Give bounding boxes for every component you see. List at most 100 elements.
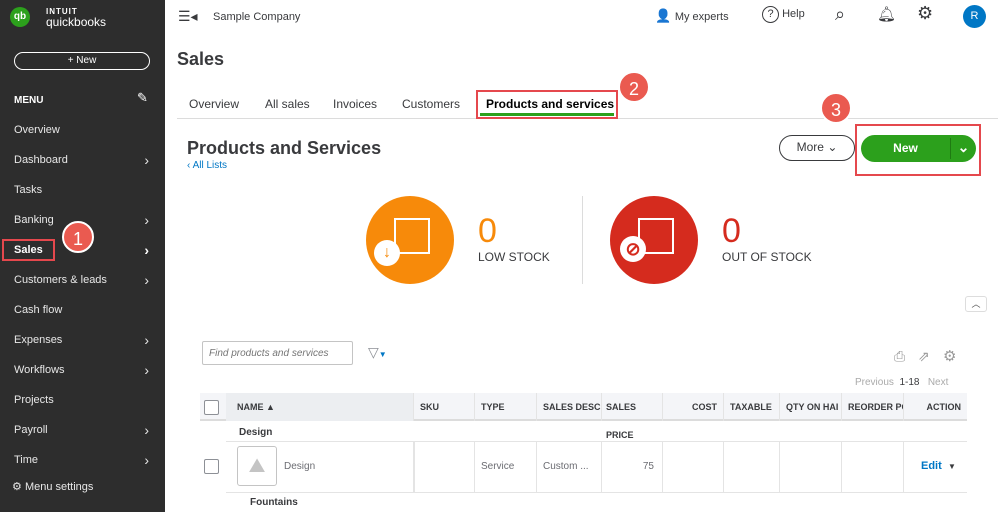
edit-link[interactable]: Edit: [921, 460, 942, 472]
section-title: Products and Services: [187, 138, 382, 158]
sidebar-item-overview[interactable]: Overview: [0, 115, 165, 145]
out-of-stock-icon[interactable]: ⊘: [610, 196, 698, 284]
top-bar: ☰◂ Sample Company 👤 My experts ? Help ⌕ …: [165, 0, 998, 34]
gear-icon[interactable]: ⚙: [917, 3, 933, 24]
sidebar-item-label: Sales: [2, 239, 55, 261]
group-header-fountains: Fountains: [250, 497, 298, 508]
cell-taxable: [724, 442, 780, 492]
stock-divider: [582, 196, 583, 284]
more-button[interactable]: More ⌄: [779, 135, 855, 161]
sidebar-item-dashboard[interactable]: Dashboard ›: [0, 145, 165, 175]
sidebar-item-label: Dashboard: [14, 154, 68, 166]
sidebar-item-time[interactable]: Time ›: [0, 445, 165, 475]
sidebar-item-workflows[interactable]: Workflows ›: [0, 355, 165, 385]
more-label: More: [796, 140, 824, 154]
menu-settings[interactable]: ⚙ Menu settings: [12, 480, 93, 493]
menu-settings-label: Menu settings: [24, 481, 94, 493]
help-label: Help: [782, 8, 805, 20]
col-sku[interactable]: SKU: [414, 393, 475, 421]
edit-menu-pencil-icon[interactable]: ✎: [137, 90, 148, 106]
previous-link[interactable]: Previous: [855, 377, 894, 388]
sidebar-item-label: Time: [14, 454, 39, 466]
pagination: Previous 1-18 Next: [855, 377, 948, 388]
my-experts-button[interactable]: 👤 My experts: [655, 8, 729, 24]
col-type[interactable]: TYPE: [475, 393, 537, 421]
chevron-right-icon: ›: [144, 422, 149, 438]
callout-2: 2: [618, 71, 650, 103]
sidebar-item-tasks[interactable]: Tasks: [0, 175, 165, 205]
sidebar-new-button[interactable]: + New: [14, 52, 150, 70]
all-lists-label: All Lists: [192, 160, 228, 171]
search-icon[interactable]: ⌕: [835, 4, 845, 25]
menu-label: MENU: [14, 95, 44, 106]
sidebar-item-label: Payroll: [14, 424, 48, 436]
avatar[interactable]: R: [963, 5, 986, 28]
help-icon: ?: [762, 6, 779, 23]
cell-description: Custom ...: [537, 442, 602, 492]
low-stock-label: LOW STOCK: [478, 250, 550, 264]
tab-customers[interactable]: Customers: [402, 97, 460, 111]
col-cost[interactable]: COST: [663, 393, 724, 421]
chevron-right-icon: ›: [144, 362, 149, 378]
active-tab-indicator: [480, 113, 614, 116]
chevron-down-icon: ⌄: [827, 140, 838, 154]
callout-3: 3: [820, 92, 852, 124]
cell-price: 75: [602, 442, 663, 492]
sidebar-item-label: Banking: [14, 214, 54, 226]
action-dropdown-icon[interactable]: ▼: [948, 462, 956, 471]
col-qty-on-hand[interactable]: QTY ON HAI: [780, 393, 842, 421]
print-icon[interactable]: ⎙: [894, 348, 905, 365]
sidebar-item-projects[interactable]: Projects: [0, 385, 165, 415]
gear-icon: ⚙: [12, 481, 22, 493]
table-settings-gear-icon[interactable]: ⚙: [943, 347, 956, 365]
sidebar-item-payroll[interactable]: Payroll ›: [0, 415, 165, 445]
sidebar-item-label: Tasks: [14, 184, 43, 196]
col-name[interactable]: NAME ▲: [226, 393, 414, 421]
image-placeholder-icon[interactable]: ⛰: [237, 446, 277, 486]
help-button[interactable]: ? Help: [762, 6, 805, 23]
sidebar: qb INTUIT quickbooks + New MENU ✎ Overvi…: [0, 0, 165, 512]
sidebar-item-label: Customers & leads: [14, 274, 107, 286]
bell-icon[interactable]: 🔔︎: [877, 5, 896, 23]
col-sales-description[interactable]: SALES DESCI: [537, 393, 602, 421]
search-input[interactable]: [202, 341, 353, 365]
out-of-stock-label: OUT OF STOCK: [722, 250, 812, 264]
my-experts-label: My experts: [674, 11, 729, 23]
highlight-box-new: [855, 124, 981, 176]
col-reorder-point[interactable]: REORDER PC: [842, 393, 904, 421]
tab-overview[interactable]: Overview: [189, 97, 239, 111]
sidebar-item-label: Expenses: [14, 334, 63, 346]
low-stock-icon[interactable]: ↓: [366, 196, 454, 284]
sidebar-item-label: Projects: [14, 394, 54, 406]
cell-reorder: [842, 442, 904, 492]
tab-invoices[interactable]: Invoices: [333, 97, 377, 111]
tab-all-sales[interactable]: All sales: [265, 97, 310, 111]
sidebar-item-label: Overview: [14, 124, 60, 136]
row-checkbox[interactable]: [204, 459, 219, 474]
row-divider: [226, 492, 967, 493]
all-lists-link[interactable]: ‹ All Lists: [187, 160, 227, 171]
person-icon: 👤: [655, 8, 672, 23]
col-sales-price[interactable]: SALES PRICE: [602, 393, 663, 440]
col-action: ACTION: [926, 402, 962, 412]
collapse-menu-icon[interactable]: ☰◂: [178, 8, 198, 25]
group-header-design: Design: [239, 427, 273, 438]
sidebar-item-cash-flow[interactable]: Cash flow: [0, 295, 165, 325]
page-range: 1-18: [899, 377, 920, 388]
cell-type: Service: [475, 442, 537, 492]
sidebar-item-expenses[interactable]: Expenses ›: [0, 325, 165, 355]
collapse-chevron-up-icon[interactable]: ︿: [965, 296, 987, 312]
export-icon[interactable]: ⇗: [918, 348, 930, 365]
chevron-right-icon: ›: [144, 452, 149, 468]
chevron-right-icon: ›: [144, 242, 149, 258]
quickbooks-logo-icon: qb: [10, 7, 30, 27]
cell-qty: [780, 442, 842, 492]
select-all-checkbox[interactable]: [204, 400, 219, 415]
col-taxable[interactable]: TAXABLE: [724, 393, 780, 421]
sidebar-item-customers-leads[interactable]: Customers & leads ›: [0, 265, 165, 295]
next-link[interactable]: Next: [928, 377, 949, 388]
filter-icon[interactable]: ▽▼: [368, 344, 387, 361]
low-stock-count[interactable]: 0: [478, 212, 497, 251]
out-of-stock-count[interactable]: 0: [722, 212, 741, 251]
company-name: Sample Company: [213, 11, 301, 23]
